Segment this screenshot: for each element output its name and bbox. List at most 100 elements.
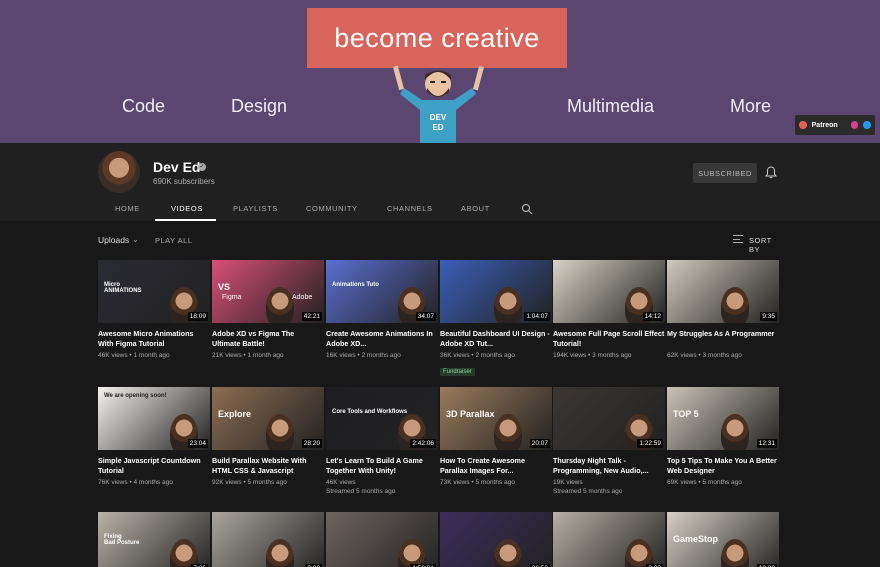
video-duration: 42:21 — [301, 312, 322, 321]
patreon-icon[interactable] — [799, 121, 807, 129]
tab-about[interactable]: ABOUT — [461, 204, 490, 213]
video-views: 16K views — [326, 352, 356, 359]
video-meta: 36K views • 2 months ago — [440, 351, 552, 360]
video-thumbnail[interactable]: 1:04:07 — [440, 260, 552, 323]
video-duration: 20:07 — [529, 439, 550, 448]
video-meta: 69K views • 5 months ago — [667, 478, 779, 487]
video-thumbnail[interactable]: 9:03 — [212, 512, 324, 567]
video-card[interactable]: 8:23 — [553, 512, 665, 567]
video-thumbnail[interactable]: 1:50:31 — [326, 512, 438, 567]
video-title[interactable]: Thursday Night Talk - Programming, New A… — [553, 456, 665, 476]
video-title[interactable]: Adobe XD vs Figma The Ultimate Battle! — [212, 329, 324, 349]
video-thumbnail[interactable]: 26:53 — [440, 512, 552, 567]
video-card[interactable]: 1:04:07 Beautiful Dashboard UI Design - A… — [440, 260, 552, 378]
video-card[interactable]: We are opening soon! 23:04 Simple Javascri… — [98, 387, 210, 487]
search-icon[interactable] — [521, 203, 533, 215]
video-card[interactable]: 3D Parallax 20:07 How To Create Awesome Pa… — [440, 387, 552, 487]
bell-icon[interactable] — [765, 166, 777, 179]
uploads-dropdown[interactable]: Uploads — [98, 235, 129, 245]
svg-text:ED: ED — [432, 123, 443, 132]
video-duration: 34:07 — [415, 312, 436, 321]
video-age: 1 month ago — [247, 352, 284, 359]
video-card[interactable]: Micro ANIMATIONS 18:09 Awesome Micro Anima… — [98, 260, 210, 360]
video-card[interactable]: TOP 5 12:31 Top 5 Tips To Make You A Bette… — [667, 387, 779, 487]
video-meta: 19K views — [553, 478, 665, 487]
video-card[interactable]: 9:35 My Struggles As A Programmer 62K view… — [667, 260, 779, 360]
video-duration: 1:22:59 — [637, 439, 663, 448]
tab-home[interactable]: HOME — [115, 204, 140, 213]
video-meta: 21K views • 1 month ago — [212, 351, 324, 360]
video-card[interactable]: 1:50:31 — [326, 512, 438, 567]
video-card[interactable]: GameStop10:30 — [667, 512, 779, 567]
video-thumbnail[interactable]: Fixing Bad Posture7:26 — [98, 512, 210, 567]
video-title[interactable]: My Struggles As A Programmer — [667, 329, 779, 349]
video-views: 76K views — [98, 479, 128, 486]
video-thumbnail[interactable]: VS Figma Adobe 42:21 — [212, 260, 324, 323]
video-card[interactable]: VS Figma Adobe 42:21 Adobe XD vs Figma The U… — [212, 260, 324, 360]
video-meta: 46K views • 1 month ago — [98, 351, 210, 360]
presenter-image — [494, 539, 522, 567]
video-duration: 28:20 — [301, 439, 322, 448]
channel-name: Dev Ed — [153, 159, 201, 175]
video-title[interactable]: Create Awesome Animations In Adobe XD... — [326, 329, 438, 349]
video-card[interactable]: 9:03 — [212, 512, 324, 567]
tab-videos[interactable]: VIDEOS — [171, 204, 203, 213]
sort-by-button[interactable]: SORT BY — [733, 234, 783, 254]
video-title[interactable]: How To Create Awesome Parallax Images Fo… — [440, 456, 552, 476]
video-title[interactable]: Beautiful Dashboard UI Design - Adobe XD… — [440, 329, 552, 349]
video-duration: 2:42:06 — [410, 439, 436, 448]
video-card[interactable]: 26:53 — [440, 512, 552, 567]
video-title[interactable]: Top 5 Tips To Make You A Better Web Desi… — [667, 456, 779, 476]
tab-community[interactable]: COMMUNITY — [306, 204, 358, 213]
video-card[interactable]: Fixing Bad Posture7:26 — [98, 512, 210, 567]
video-thumbnail[interactable]: 14:12 — [553, 260, 665, 323]
sort-by-label: SORT BY — [749, 236, 772, 254]
video-thumbnail[interactable]: Animations Tuto 34:07 — [326, 260, 438, 323]
video-title[interactable]: Simple Javascript Countdown Tutorial — [98, 456, 210, 476]
video-title[interactable]: Awesome Micro Animations With Figma Tuto… — [98, 329, 210, 349]
video-thumbnail[interactable]: Explore 28:20 — [212, 387, 324, 450]
video-thumbnail[interactable]: Core Tools and Workflows 2:42:06 — [326, 387, 438, 450]
presenter-image — [721, 287, 749, 323]
video-thumbnail[interactable]: 8:23 — [553, 512, 665, 567]
banner-social-links: Patreon — [795, 115, 875, 135]
presenter-image — [266, 414, 294, 450]
video-duration: 23:04 — [187, 439, 208, 448]
video-card[interactable]: Explore 28:20 Build Parallax Website With … — [212, 387, 324, 487]
video-title[interactable]: Build Parallax Website With HTML CSS & J… — [212, 456, 324, 476]
play-all-button[interactable]: PLAY ALL — [155, 236, 193, 245]
video-duration: 1:04:07 — [524, 312, 550, 321]
video-thumbnail[interactable]: 1:22:59 — [553, 387, 665, 450]
tab-channels[interactable]: CHANNELS — [387, 204, 433, 213]
video-thumbnail[interactable]: Micro ANIMATIONS 18:09 — [98, 260, 210, 323]
video-age: 4 months ago — [133, 479, 173, 486]
video-thumbnail[interactable]: TOP 5 12:31 — [667, 387, 779, 450]
video-card[interactable]: Core Tools and Workflows 2:42:06 Let's Lea… — [326, 387, 438, 496]
channel-avatar[interactable] — [98, 151, 140, 193]
video-meta: 92K views • 5 months ago — [212, 478, 324, 487]
video-thumbnail[interactable]: We are opening soon! 23:04 — [98, 387, 210, 450]
video-thumbnail[interactable]: GameStop10:30 — [667, 512, 779, 567]
banner-word-more: More — [730, 96, 772, 116]
video-views: 36K views — [440, 352, 470, 359]
thumbnail-text: Core Tools and Workflows — [332, 409, 408, 415]
instagram-icon[interactable] — [850, 121, 859, 129]
video-duration: 14:12 — [642, 312, 663, 321]
chevron-down-icon[interactable]: ⌄ — [132, 235, 139, 244]
video-meta-line2: Streamed 5 months ago — [326, 487, 438, 496]
channel-header: Dev Ed ✓ 690K subscribers SUBSCRIBED HOM… — [0, 143, 880, 221]
verified-icon: ✓ — [198, 163, 206, 171]
tab-playlists[interactable]: PLAYLISTS — [233, 204, 278, 213]
video-title[interactable]: Awesome Full Page Scroll Effect Tutorial… — [553, 329, 665, 349]
video-card[interactable]: 1:22:59 Thursday Night Talk - Programming… — [553, 387, 665, 496]
video-card[interactable]: Animations Tuto 34:07 Create Awesome Anima… — [326, 260, 438, 360]
subscribe-button[interactable]: SUBSCRIBED — [693, 163, 757, 183]
video-thumbnail[interactable]: 3D Parallax 20:07 — [440, 387, 552, 450]
video-age: Streamed 5 months ago — [326, 488, 396, 495]
video-card[interactable]: 14:12 Awesome Full Page Scroll Effect Tut… — [553, 260, 665, 360]
twitter-icon[interactable] — [863, 121, 871, 129]
video-thumbnail[interactable]: 9:35 — [667, 260, 779, 323]
presenter-image — [170, 539, 198, 567]
patreon-link[interactable]: Patreon — [812, 122, 838, 129]
video-title[interactable]: Let's Learn To Build A Game Together Wit… — [326, 456, 438, 476]
